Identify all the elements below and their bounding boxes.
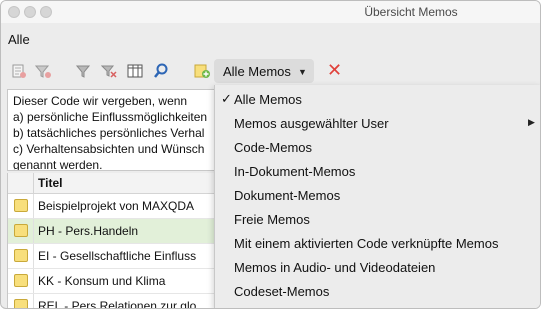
close-window-button[interactable] <box>8 6 20 18</box>
chevron-down-icon: ▼ <box>298 67 307 77</box>
menu-item-label: Memos in Audio- und Videodateien <box>234 260 436 275</box>
menu-item-label: Mit einem aktivierten Code verknüpfte Me… <box>234 236 499 251</box>
memo-title: Beispielprojekt von MAXQDA <box>38 199 195 213</box>
title-bar: Übersicht Memos <box>1 1 540 23</box>
icon-column-header[interactable] <box>8 173 34 193</box>
memo-icon <box>14 274 28 287</box>
filter-label: Alle <box>8 32 30 47</box>
menu-item-document-memos[interactable]: Dokument-Memos <box>215 183 540 207</box>
memo-icon <box>14 224 28 237</box>
memo-title: REL - Pers.Relationen zur glo <box>38 299 197 308</box>
memo-overview-window: Übersicht Memos Alle Alle Memos ▼ ✕ Dies… <box>0 0 541 309</box>
new-memo-icon[interactable] <box>192 61 212 81</box>
filter-clear-icon[interactable] <box>99 61 119 81</box>
memo-filter-menu: ✓ Alle Memos Memos ausgewählter User ▶ C… <box>214 85 540 308</box>
search-icon[interactable] <box>151 61 171 81</box>
memo-filter-select[interactable]: Alle Memos ▼ <box>214 59 314 83</box>
memo-pin-icon[interactable] <box>9 61 29 81</box>
menu-item-free-memos[interactable]: Freie Memos <box>215 207 540 231</box>
memo-filter-select-value: Alle Memos <box>223 64 291 79</box>
zoom-window-button[interactable] <box>40 6 52 18</box>
menu-item-code-memos[interactable]: Code-Memos <box>215 135 540 159</box>
menu-item-label: Alle Memos <box>234 92 302 107</box>
column-header-title[interactable]: Titel <box>38 176 62 190</box>
menu-item-memos-selected-users[interactable]: Memos ausgewählter User ▶ <box>215 111 540 135</box>
menu-item-audio-video-memos[interactable]: Memos in Audio- und Videodateien <box>215 255 540 279</box>
memo-icon <box>14 199 28 212</box>
toolbar: Alle Memos ▼ ✕ <box>1 57 540 85</box>
memo-title: EI - Gesellschaftliche Einfluss <box>38 249 197 263</box>
menu-item-label: Memos ausgewählter User <box>234 116 389 131</box>
memo-title: KK - Konsum und Klima <box>38 274 166 288</box>
menu-item-all-memos[interactable]: ✓ Alle Memos <box>215 87 540 111</box>
menu-item-label: Codeset-Memos <box>234 284 330 299</box>
menu-item-label: Dokument-Memos <box>234 188 341 203</box>
menu-item-activated-code-memos[interactable]: Mit einem aktivierten Code verknüpfte Me… <box>215 231 540 255</box>
menu-item-in-document-memos[interactable]: In-Dokument-Memos <box>215 159 540 183</box>
memo-icon <box>14 249 28 262</box>
minimize-window-button[interactable] <box>24 6 36 18</box>
memo-icon <box>14 299 28 308</box>
menu-item-label: In-Dokument-Memos <box>234 164 356 179</box>
memo-title: PH - Pers.Handeln <box>38 224 139 238</box>
close-x-icon[interactable]: ✕ <box>327 61 342 79</box>
menu-item-label: Freie Memos <box>234 212 310 227</box>
checkmark-icon: ✓ <box>221 91 232 106</box>
columns-icon[interactable] <box>125 61 145 81</box>
filter-pin-icon[interactable] <box>33 61 53 81</box>
window-title: Übersicht Memos <box>364 5 458 19</box>
submenu-arrow-icon: ▶ <box>528 117 535 127</box>
menu-item-label: Code-Memos <box>234 140 313 155</box>
filter-icon[interactable] <box>73 61 93 81</box>
menu-item-codeset-memos[interactable]: Codeset-Memos <box>215 279 540 303</box>
